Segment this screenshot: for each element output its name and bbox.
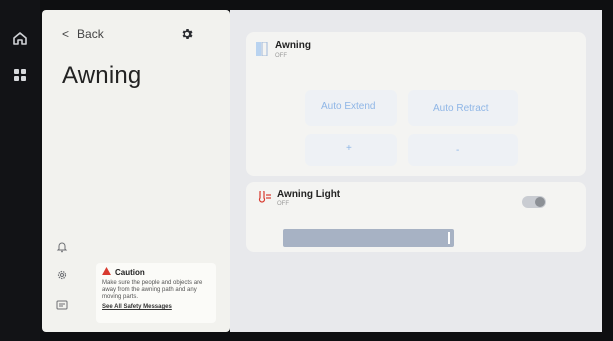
auto-retract-label: Auto Retract <box>433 103 489 114</box>
message-icon[interactable] <box>53 296 71 314</box>
toggle-knob <box>535 197 545 207</box>
caution-title: Caution <box>115 267 145 277</box>
gear-icon[interactable] <box>180 27 194 46</box>
back-button[interactable]: < Back <box>62 27 104 41</box>
settings-gear-icon[interactable] <box>53 266 71 284</box>
page-title: Awning <box>62 62 142 89</box>
slider-thumb[interactable] <box>448 232 450 244</box>
safety-messages-link[interactable]: See All Safety Messages <box>102 304 210 310</box>
back-label: Back <box>77 27 104 41</box>
awning-status: OFF <box>275 53 287 59</box>
awning-title: Awning <box>275 40 311 51</box>
caution-heading: Caution <box>102 267 210 277</box>
awning-icon <box>256 41 268 61</box>
plus-label: + <box>346 143 352 154</box>
awning-light-toggle[interactable] <box>522 196 546 208</box>
left-rail <box>0 0 40 341</box>
bell-icon[interactable] <box>53 238 71 256</box>
caution-text: Make sure the people and objects are awa… <box>102 280 203 300</box>
home-icon[interactable] <box>0 26 40 50</box>
auto-extend-label: Auto Extend <box>321 101 376 112</box>
awning-light-title: Awning Light <box>277 189 341 200</box>
warning-icon <box>102 267 111 277</box>
grid-icon[interactable] <box>0 63 40 87</box>
caution-box: Caution Make sure the people and objects… <box>96 263 216 323</box>
retract-minus-button[interactable] <box>408 134 518 166</box>
light-icon <box>258 189 272 208</box>
awning-light-status: OFF <box>277 201 289 207</box>
minus-label: - <box>456 145 460 156</box>
chevron-left-icon: < <box>62 27 70 41</box>
slider-fill <box>283 229 454 247</box>
brightness-slider[interactable] <box>283 229 454 247</box>
